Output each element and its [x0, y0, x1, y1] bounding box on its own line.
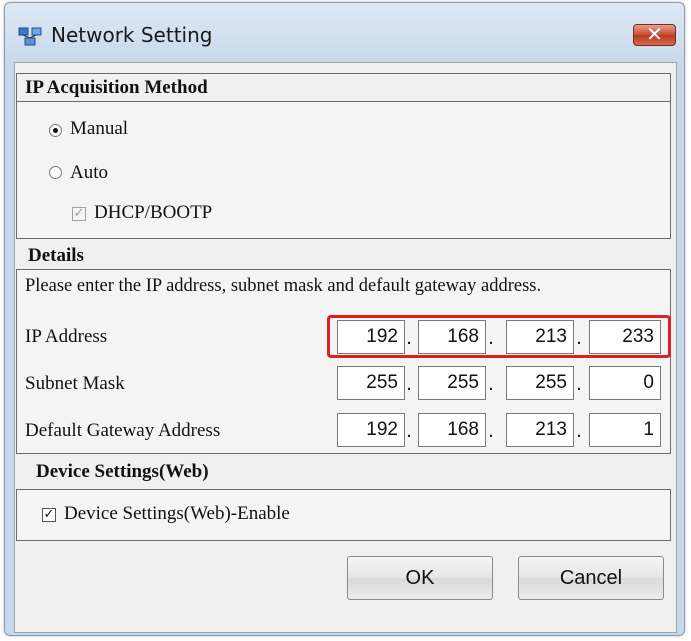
subnet-mask-octet-2[interactable]: 255 [418, 366, 486, 400]
ip-acquisition-group: Manual Auto ✓ DHCP/BOOTP [16, 102, 671, 239]
subnet-mask-octet-4[interactable]: 0 [589, 366, 661, 400]
details-header: Details [28, 245, 84, 266]
ip-acquisition-header: IP Acquisition Method [16, 73, 671, 102]
gateway-octet-3[interactable]: 213 [506, 413, 574, 447]
details-instruction: Please enter the IP address, subnet mask… [25, 276, 542, 296]
device-settings-group: ✓ Device Settings(Web)-Enable [16, 489, 671, 541]
auto-label[interactable]: Auto [70, 162, 108, 184]
auto-radio[interactable] [49, 166, 62, 179]
subnet-dot: . [576, 373, 582, 395]
default-gateway-label: Default Gateway Address [25, 420, 221, 441]
subnet-dot: . [488, 373, 494, 395]
ip-address-label: IP Address [25, 326, 108, 347]
subnet-mask-label: Subnet Mask [25, 373, 125, 394]
close-button[interactable]: ✕ [633, 22, 676, 46]
dhcp-bootp-label: DHCP/BOOTP [94, 202, 213, 223]
manual-radio[interactable] [49, 124, 62, 137]
gateway-octet-1[interactable]: 192 [337, 413, 405, 447]
ok-button[interactable]: OK [347, 556, 493, 600]
gateway-dot: . [576, 420, 582, 442]
device-settings-header: Device Settings(Web) [36, 461, 209, 482]
close-icon: ✕ [646, 22, 663, 46]
window-title: Network Setting [51, 23, 213, 47]
device-settings-enable-label[interactable]: Device Settings(Web)-Enable [64, 503, 290, 525]
gateway-dot: . [488, 420, 494, 442]
dhcp-bootp-checkbox: ✓ [72, 206, 86, 221]
gateway-octet-2[interactable]: 168 [418, 413, 486, 447]
network-setting-window: Network Setting ✕ IP Acquisition Method … [4, 2, 685, 636]
gateway-dot: . [406, 420, 412, 442]
network-settings-icon [18, 27, 42, 46]
subnet-mask-octet-3[interactable]: 255 [506, 366, 574, 400]
gateway-octet-4[interactable]: 1 [589, 413, 661, 447]
cancel-button[interactable]: Cancel [518, 556, 664, 600]
title-bar[interactable]: Network Setting ✕ [5, 3, 684, 57]
ip-address-highlight [327, 315, 671, 358]
subnet-mask-octet-1[interactable]: 255 [337, 366, 405, 400]
manual-label[interactable]: Manual [70, 118, 128, 140]
device-settings-enable-checkbox[interactable]: ✓ [42, 508, 56, 522]
subnet-dot: . [406, 373, 412, 395]
